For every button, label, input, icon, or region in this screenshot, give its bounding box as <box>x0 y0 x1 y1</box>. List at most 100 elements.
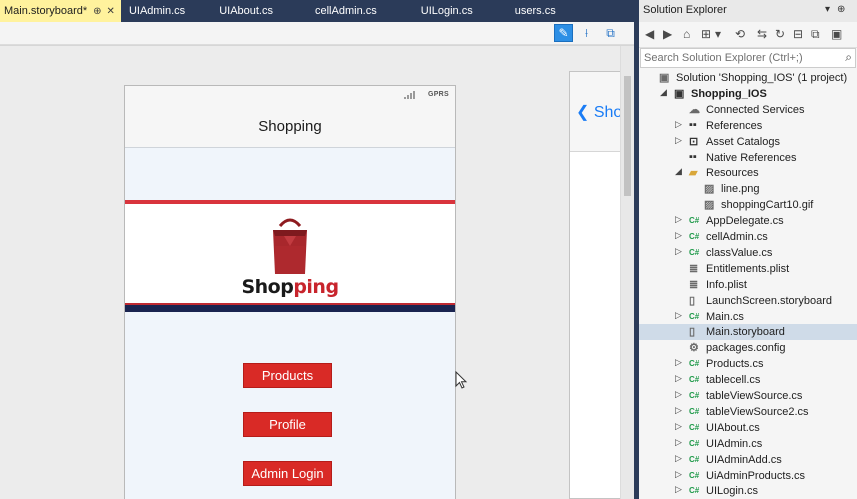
tab-label: UIAdmin.cs <box>128 5 186 17</box>
collapsed-arrow-icon[interactable]: ▷ <box>675 135 682 146</box>
tree-item[interactable]: ▷ C# classValue.cs <box>639 245 857 261</box>
refresh-icon[interactable]: ↻ <box>775 27 785 41</box>
search-input[interactable]: Search Solution Explorer (Ctrl+;) ⌕ <box>640 48 856 68</box>
constraints-icon[interactable]: ⟊ <box>577 24 596 42</box>
collapsed-arrow-icon[interactable]: ▷ <box>675 389 682 400</box>
expanded-arrow-icon[interactable]: ◢ <box>660 87 667 98</box>
products-button[interactable]: Products <box>243 363 332 388</box>
search-placeholder: Search Solution Explorer (Ctrl+;) <box>644 52 803 64</box>
collapsed-arrow-icon[interactable]: ▷ <box>675 246 682 257</box>
tab-users-cs[interactable]: users.cs <box>481 0 564 22</box>
tree-item[interactable]: ▷ C# cellAdmin.cs <box>639 229 857 245</box>
expanded-arrow-icon[interactable]: ◢ <box>675 166 682 177</box>
tree-item[interactable]: ▷ C# tableViewSource2.cs <box>639 404 857 420</box>
collapsed-arrow-icon[interactable]: ▷ <box>675 214 682 225</box>
iphone-view-controller[interactable]: GPRS Shopping Shopping Products Profile … <box>124 85 456 499</box>
tab-uiadmin-cs[interactable]: UIAdmin.cs <box>121 0 193 22</box>
toolbar-divider <box>0 45 634 46</box>
csharp-icon: C# <box>689 216 700 226</box>
tree-item[interactable]: ▪▪ Native References <box>639 150 857 166</box>
sync-icon[interactable]: ⇆ <box>757 27 767 41</box>
back-icon[interactable]: ◀ <box>645 27 654 41</box>
scrollbar-thumb[interactable] <box>624 76 631 196</box>
tree-item[interactable]: ▷ C# UIAbout.cs <box>639 420 857 436</box>
edit-icon[interactable]: ✎ <box>554 24 573 42</box>
pin-icon[interactable]: ⊕ <box>93 6 101 17</box>
collapsed-arrow-icon[interactable]: ▷ <box>675 230 682 241</box>
pin-icon[interactable]: ⊕ <box>837 4 845 15</box>
tree-item[interactable]: ☁ Connected Services <box>639 102 857 118</box>
tab-label: users.cs <box>514 5 556 17</box>
tree-item-label: shoppingCart10.gif <box>721 199 814 212</box>
tab-celladmin-cs[interactable]: cellAdmin.cs <box>281 0 385 22</box>
logo-text-red: ping <box>293 276 339 298</box>
designer-vertical-scrollbar[interactable] <box>620 46 634 499</box>
tree-item[interactable]: ▷ C# UILogin.cs <box>639 483 857 499</box>
tree-item[interactable]: ▷ C# tableViewSource.cs <box>639 388 857 404</box>
chevron-down-icon[interactable]: ▾ <box>715 27 721 41</box>
collapsed-arrow-icon[interactable]: ▷ <box>675 469 682 480</box>
tab-main-storyboard[interactable]: Main.storyboard* ⊕ ✕ <box>0 0 121 22</box>
csharp-icon: C# <box>689 311 700 321</box>
shopping-bag-icon <box>273 218 307 274</box>
tab-label: cellAdmin.cs <box>315 5 377 17</box>
tree-item-label: UIAdminAdd.cs <box>706 453 782 466</box>
tree-item[interactable]: ▨ shoppingCart10.gif <box>639 197 857 213</box>
collapsed-arrow-icon[interactable]: ▷ <box>675 484 682 495</box>
dropdown-icon[interactable]: ▾ <box>825 4 830 15</box>
shopping-logo-banner[interactable]: Shopping <box>125 200 455 312</box>
collapsed-arrow-icon[interactable]: ▷ <box>675 453 682 464</box>
banner-bottom-stripe <box>125 303 455 312</box>
tree-item[interactable]: ▷ ⊡ Asset Catalogs <box>639 134 857 150</box>
close-icon[interactable]: ✕ <box>107 6 115 17</box>
tree-item[interactable]: ▨ line.png <box>639 181 857 197</box>
tree-item[interactable]: ▯ Main.storyboard <box>639 324 857 341</box>
tree-item[interactable]: ▷ C# UiAdminProducts.cs <box>639 468 857 484</box>
csharp-icon: C# <box>689 454 700 464</box>
tree-item[interactable]: ▷ ▪▪ References <box>639 118 857 134</box>
tree-item[interactable]: ◢ ▰ Resources <box>639 165 857 181</box>
search-icon[interactable]: ⌕ <box>845 50 852 65</box>
asset-catalog-icon: ⊡ <box>689 135 699 148</box>
collapsed-arrow-icon[interactable]: ▷ <box>675 357 682 368</box>
tree-item[interactable]: ⚙ packages.config <box>639 340 857 356</box>
tree-item[interactable]: ▷ C# Products.cs <box>639 356 857 372</box>
properties-icon[interactable]: ▣ <box>831 27 842 41</box>
collapsed-arrow-icon[interactable]: ▷ <box>675 437 682 448</box>
collapsed-arrow-icon[interactable]: ▷ <box>675 421 682 432</box>
collapsed-arrow-icon[interactable]: ▷ <box>675 373 682 384</box>
image-file-icon: ▨ <box>704 183 715 196</box>
tree-item[interactable]: ≣ Info.plist <box>639 277 857 293</box>
tree-item[interactable]: ▣ Solution 'Shopping_IOS' (1 project) <box>639 70 857 86</box>
tree-item[interactable]: ▷ C# AppDelegate.cs <box>639 213 857 229</box>
tree-item[interactable]: ▯ LaunchScreen.storyboard <box>639 293 857 309</box>
logo-text-dark: Shop <box>241 276 294 298</box>
collapsed-arrow-icon[interactable]: ▷ <box>675 405 682 416</box>
home-icon[interactable]: ⌂ <box>683 27 690 41</box>
pending-changes-icon[interactable]: ⟲ <box>735 27 745 41</box>
chevron-left-icon: ❮ <box>576 104 590 121</box>
tree-item[interactable]: ◢ ▣ Shopping_IOS <box>639 86 857 102</box>
tree-item[interactable]: ▷ C# Main.cs <box>639 309 857 325</box>
collapsed-arrow-icon[interactable]: ▷ <box>675 310 682 321</box>
tree-item[interactable]: ▷ C# UIAdminAdd.cs <box>639 452 857 468</box>
back-link[interactable]: ❮ Sho <box>576 102 622 122</box>
tree-item[interactable]: ≣ Entitlements.plist <box>639 261 857 277</box>
tree-item[interactable]: ▷ C# tablecell.cs <box>639 372 857 388</box>
collapse-all-icon[interactable]: ⊟ <box>793 27 803 41</box>
layout-icon[interactable]: ⧉ <box>601 24 620 42</box>
storyboard-designer[interactable]: ✎ ⟊ ⧉ GPRS Shopping Shopping Products Pr… <box>0 22 634 499</box>
tab-uilogin-cs[interactable]: UILogin.cs <box>385 0 481 22</box>
solution-explorer-toolbar: ◀ ▶ ⌂ ⊞ ▾ ⟲ ⇆ ↻ ⊟ ⧉ ▣ <box>639 22 857 48</box>
admin-login-button[interactable]: Admin Login <box>243 461 332 486</box>
solutions-views-icon[interactable]: ⊞ <box>701 27 711 41</box>
tab-uiabout-cs[interactable]: UIAbout.cs <box>193 0 281 22</box>
tree-item[interactable]: ▷ C# UIAdmin.cs <box>639 436 857 452</box>
profile-button[interactable]: Profile <box>243 412 332 437</box>
collapsed-arrow-icon[interactable]: ▷ <box>675 119 682 130</box>
tree-item-label: Info.plist <box>706 278 747 291</box>
show-all-files-icon[interactable]: ⧉ <box>811 27 820 42</box>
navigation-bar[interactable]: Shopping <box>125 106 455 148</box>
forward-icon[interactable]: ▶ <box>663 27 672 41</box>
folder-icon: ▰ <box>689 167 698 180</box>
